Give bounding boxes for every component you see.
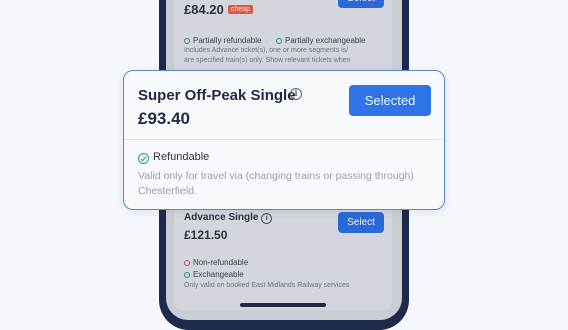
ticket-price-bottom: £121.50 (184, 228, 228, 242)
ticket-note-top-line-2: are specified train(s) only. Show releva… (184, 57, 351, 64)
cross-icon (184, 260, 190, 266)
feature-exchangeable: Exchangeable (184, 270, 244, 279)
divider (124, 139, 444, 140)
check-icon (184, 272, 190, 278)
ticket-price: £93.40 (138, 109, 190, 128)
ticket-title: Super Off-Peak Single (138, 87, 296, 104)
home-indicator (240, 303, 326, 307)
check-icon (276, 38, 282, 44)
feature-non-refundable: Non-refundable (184, 258, 248, 267)
selected-ticket-card[interactable]: Super Off-Peak Single i £93.40 Selected … (123, 70, 445, 210)
select-button-top[interactable]: Select (338, 0, 384, 8)
info-icon[interactable]: i (290, 88, 302, 100)
cheap-badge: cheap (228, 5, 254, 14)
ticket-note-top-line-1: Includes Advance ticket(s), one or more … (184, 47, 349, 54)
info-icon[interactable]: i (261, 213, 273, 224)
refundable-label: Refundable (153, 151, 210, 163)
check-icon (184, 38, 190, 44)
select-button-bottom[interactable]: Select (338, 212, 384, 233)
ticket-price-top: £84.20 (184, 2, 224, 17)
selected-button[interactable]: Selected (349, 85, 431, 116)
feature-partially-exchangeable: Partially exchangeable (276, 36, 366, 45)
check-circle-icon (138, 153, 149, 164)
ticket-title-bottom: Advance Single i (184, 212, 273, 224)
feature-partially-refundable: Partially refundable (184, 36, 261, 45)
ticket-validity-note: Valid only for travel via (changing trai… (138, 170, 414, 197)
ticket-note-bottom: Only valid on booked East Midlands Railw… (184, 282, 350, 289)
